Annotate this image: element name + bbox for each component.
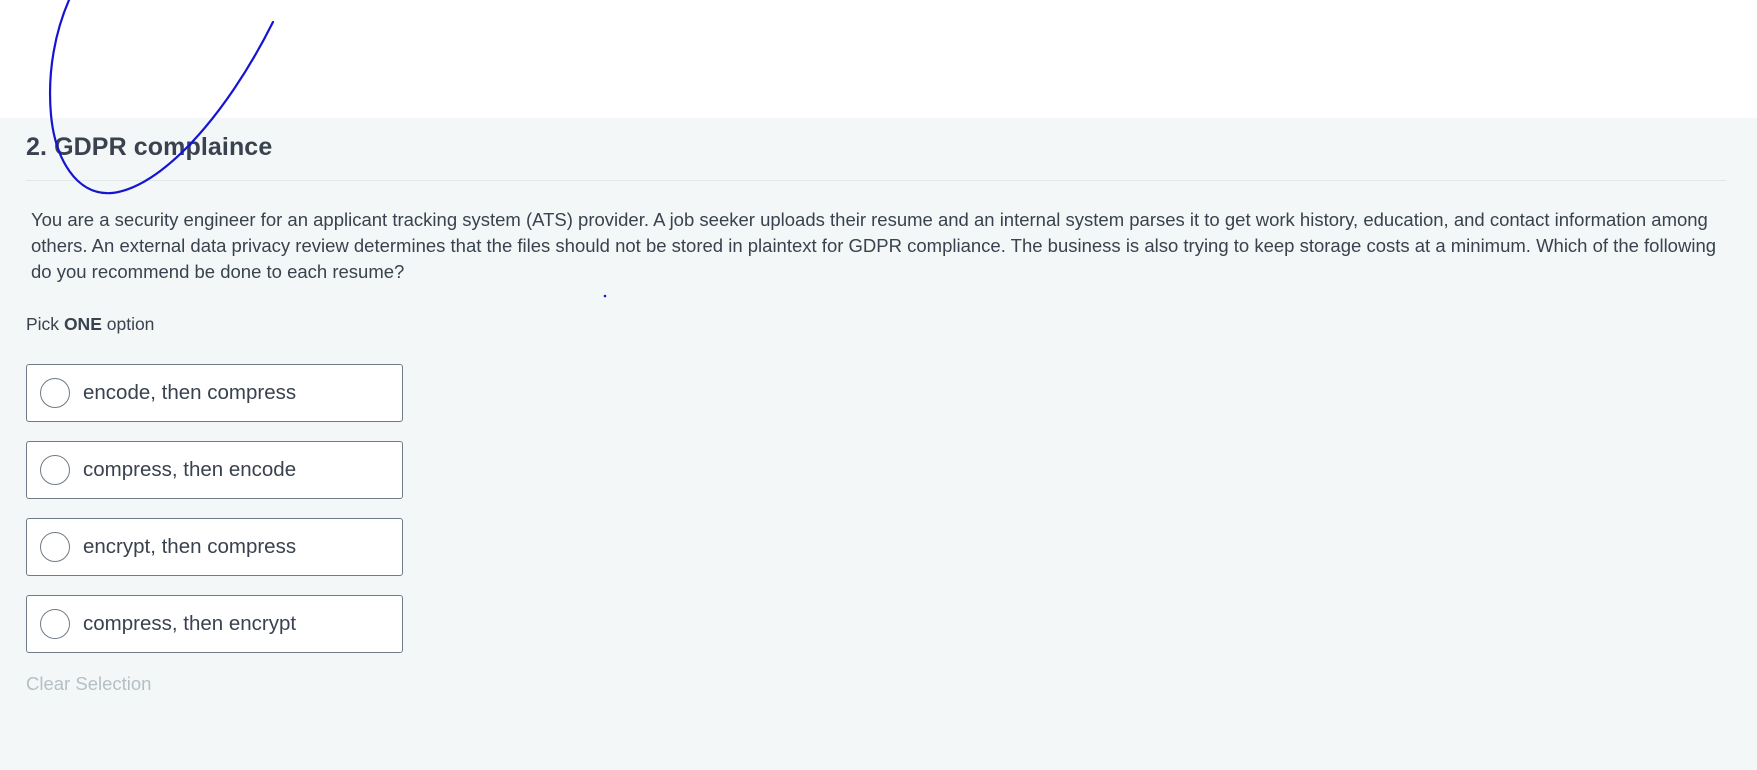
option-label: encode, then compress [83,381,297,404]
pick-prefix: Pick [26,314,64,334]
option-compress-then-encode[interactable]: compress, then encode [26,441,403,499]
radio-circle-icon[interactable] [40,455,70,485]
option-encrypt-then-compress[interactable]: encrypt, then compress [26,518,403,576]
option-label: compress, then encrypt [83,612,297,635]
question-body: You are a security engineer for an appli… [31,209,1717,282]
pick-emphasis: ONE [63,314,102,334]
options-list: encode, then compress compress, then enc… [26,364,403,672]
title-divider [26,180,1726,181]
pick-one-instruction: Pick ONE option [26,314,154,335]
option-label: encrypt, then compress [83,535,297,558]
radio-circle-icon[interactable] [40,378,70,408]
clear-selection-link[interactable]: Clear Selection [26,673,151,695]
option-label: compress, then encode [83,458,297,481]
radio-circle-icon[interactable] [40,609,70,639]
radio-circle-icon[interactable] [40,532,70,562]
top-blank-area [0,0,1757,118]
pick-suffix: option [101,314,155,334]
option-compress-then-encrypt[interactable]: compress, then encrypt [26,595,403,653]
question-title: 2. GDPR complaince [26,133,273,161]
option-encode-then-compress[interactable]: encode, then compress [26,364,403,422]
